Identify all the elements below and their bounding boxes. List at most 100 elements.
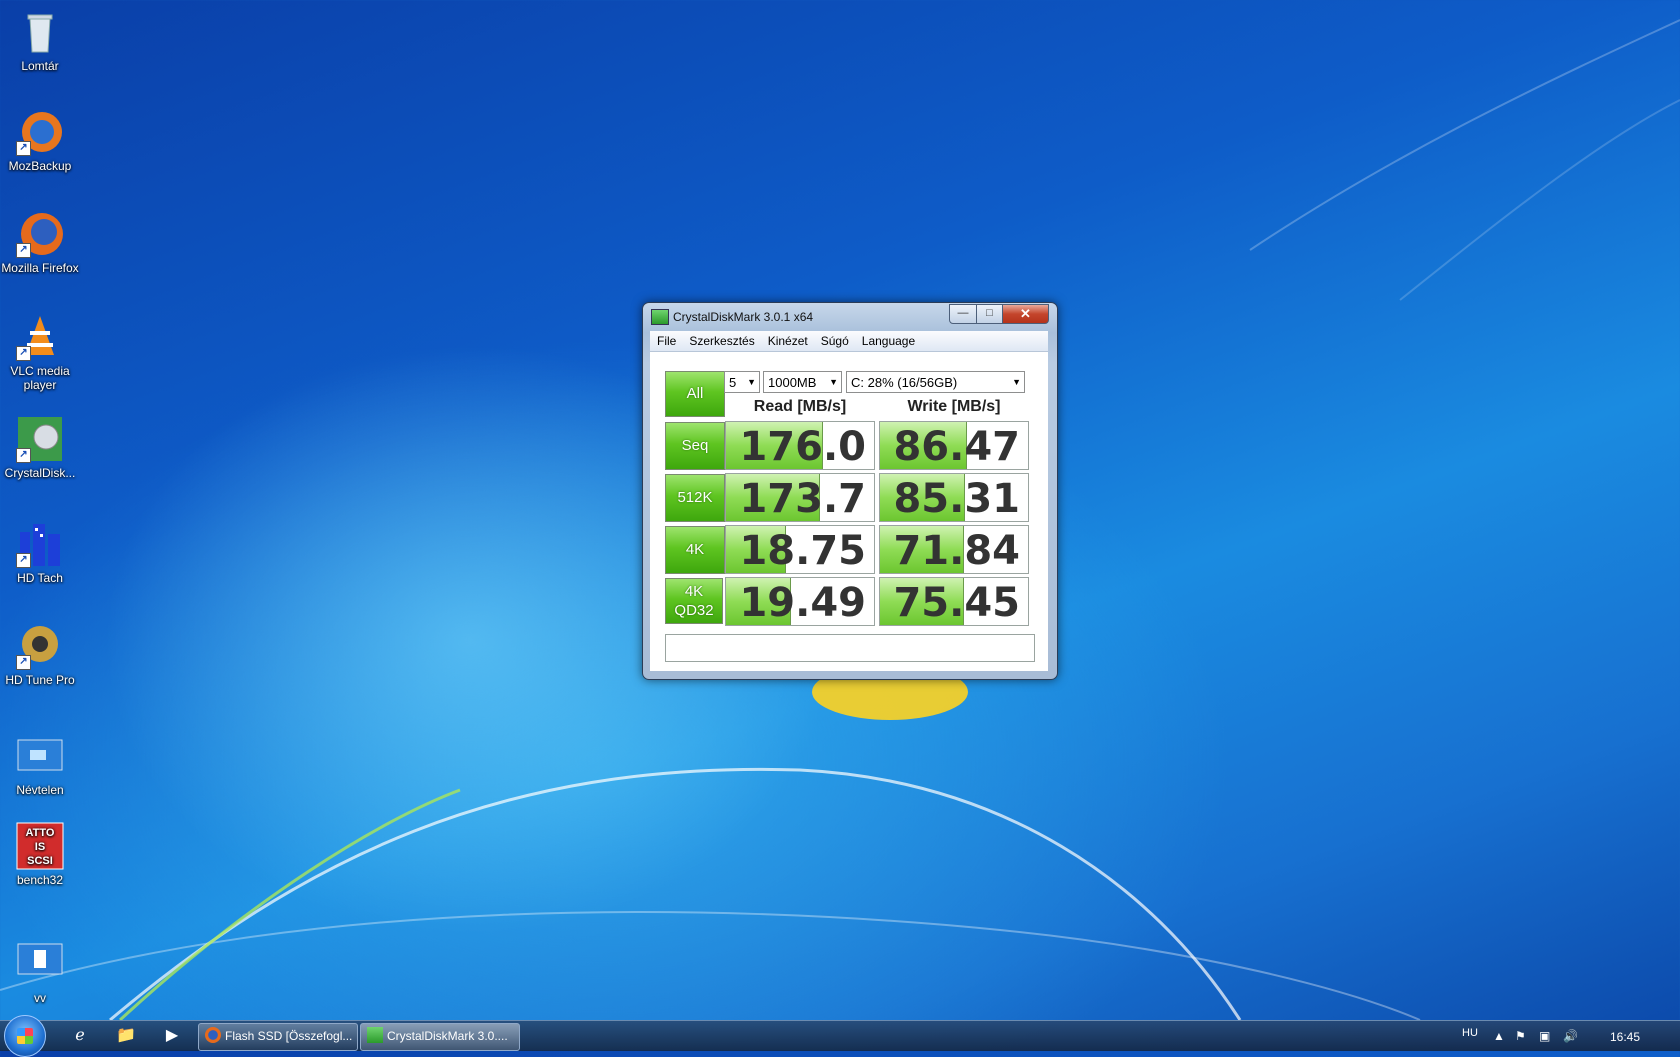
desktop-icon-crystaldisk[interactable]: ↗ CrystalDisk... [0, 415, 80, 480]
seq-write-value: 86.47 [893, 424, 1020, 470]
svg-text:IS: IS [35, 841, 45, 853]
nevtelen-icon [16, 732, 64, 780]
menu-edit[interactable]: Szerkesztés [682, 331, 760, 348]
network-icon[interactable]: ▣ [1539, 1029, 1550, 1043]
shortcut-arrow-icon: ↗ [16, 243, 31, 258]
menu-language[interactable]: Language [855, 331, 921, 348]
test-count-value: 5 [729, 375, 737, 390]
desktop-icon-vlc[interactable]: ↗ VLC media player [0, 313, 80, 392]
atto-icon: ATTO IS SCSI [16, 822, 64, 870]
4k-qd32-write-cell: 75.45 [879, 577, 1029, 626]
4k-write-value: 71.84 [893, 528, 1020, 574]
shortcut-arrow-icon: ↗ [16, 141, 31, 156]
benchmark-panel: All 5 ▼ 1000MB ▼ C: 28% (16/56GB) ▼ Read… [650, 352, 1048, 671]
4k-qd32-read-value: 19.49 [739, 580, 866, 626]
all-button[interactable]: All [665, 371, 725, 417]
4k-read-cell: 18.75 [725, 525, 875, 574]
desktop-icon-label: Névtelen [16, 783, 64, 797]
task-firefox[interactable]: Flash SSD [Összefogl... [198, 1023, 358, 1051]
task-crystaldiskmark[interactable]: CrystalDiskMark 3.0.... [360, 1023, 520, 1051]
volume-icon[interactable]: 🔊 [1563, 1029, 1578, 1043]
desktop-icon-nevtelen[interactable]: Névtelen [0, 732, 80, 797]
desktop-icon-hdtach[interactable]: ↗ HD Tach [0, 520, 80, 585]
desktop-icon-label: Mozilla Firefox [1, 261, 79, 275]
desktop-icon-label: CrystalDisk... [4, 466, 76, 480]
4k-read-value: 18.75 [739, 528, 866, 574]
desktop-icon-recycle-bin[interactable]: Lomtár [0, 8, 80, 73]
minimize-icon: — [957, 307, 969, 319]
crystaldisk-icon [651, 309, 669, 325]
512k-button[interactable]: 512K [665, 474, 725, 522]
windows-logo-icon [17, 1028, 33, 1044]
maximize-icon: □ [986, 307, 993, 319]
vv-icon [16, 940, 64, 988]
test-count-select[interactable]: 5 ▼ [724, 371, 760, 393]
desktop-icon-label: vv [34, 991, 46, 1005]
taskbar: ℯ 📁 ▶ Flash SSD [Összefogl... CrystalDis… [0, 1015, 1680, 1057]
shortcut-arrow-icon: ↗ [16, 655, 31, 670]
menu-file[interactable]: File [650, 331, 682, 348]
action-center-icon[interactable]: ⚑ [1515, 1029, 1526, 1043]
shortcut-arrow-icon: ↗ [16, 553, 31, 568]
desktop-icon-hdtune[interactable]: ↗ HD Tune Pro [0, 622, 80, 687]
menu-bar: File Szerkesztés Kinézet Súgó Language [650, 331, 1048, 352]
read-header: Read [MB/s] [753, 398, 847, 415]
4k-qd32-write-value: 75.45 [893, 580, 1020, 626]
svg-text:ATTO: ATTO [26, 827, 55, 839]
seq-button[interactable]: Seq [665, 422, 725, 470]
seq-read-cell: 176.0 [725, 421, 875, 470]
4k-button[interactable]: 4K [665, 526, 725, 574]
desktop-icon-label: Lomtár [21, 59, 59, 73]
comment-field[interactable] [665, 634, 1035, 662]
desktop-icon-firefox[interactable]: ↗ Mozilla Firefox [0, 210, 80, 275]
crystaldisk-icon [367, 1027, 383, 1043]
4k-write-cell: 71.84 [879, 525, 1029, 574]
seq-read-value: 176.0 [739, 424, 866, 470]
vlc-icon: ↗ [16, 313, 64, 361]
4k-qd32-label-line2: QD32 [674, 602, 714, 619]
firefox-icon [205, 1027, 221, 1043]
chevron-down-icon: ▼ [1012, 377, 1021, 387]
start-button[interactable] [4, 1015, 46, 1057]
512k-read-cell: 173.7 [725, 473, 875, 522]
show-hidden-icons-button[interactable]: ▲ [1493, 1029, 1505, 1043]
shortcut-arrow-icon: ↗ [16, 448, 31, 463]
4k-qd32-button[interactable]: 4K QD32 [665, 578, 723, 624]
maximize-button[interactable]: □ [976, 304, 1003, 324]
quicklaunch-ie[interactable]: ℯ [68, 1025, 92, 1047]
window-title: CrystalDiskMark 3.0.1 x64 [673, 310, 814, 324]
minimize-button[interactable]: — [949, 304, 977, 324]
media-player-icon: ▶ [165, 1027, 179, 1044]
desktop-icon-label: HD Tune Pro [5, 673, 75, 687]
menu-view[interactable]: Kinézet [761, 331, 814, 348]
crystaldiskmark-window[interactable]: CrystalDiskMark 3.0.1 x64 — □ ✕ File Szer… [642, 302, 1058, 680]
menu-help[interactable]: Súgó [814, 331, 855, 348]
close-button[interactable]: ✕ [1002, 304, 1049, 324]
clock[interactable]: 16:45 [1610, 1030, 1640, 1044]
task-label: CrystalDiskMark 3.0.... [387, 1029, 508, 1043]
desktop-icon-vv[interactable]: vv [0, 940, 80, 1005]
recycle-bin-icon [16, 8, 64, 56]
desktop-icon-mozbackup[interactable]: ↗ MozBackup [0, 108, 80, 173]
close-icon: ✕ [1020, 306, 1031, 321]
512k-write-cell: 85.31 [879, 473, 1029, 522]
mozbackup-icon: ↗ [16, 108, 64, 156]
drive-select[interactable]: C: 28% (16/56GB) ▼ [846, 371, 1025, 393]
firefox-icon: ↗ [16, 210, 64, 258]
language-indicator[interactable]: HU [1462, 1027, 1478, 1039]
desktop-icon-bench32[interactable]: ATTO IS SCSI bench32 [0, 822, 80, 887]
desktop-icon-label: HD Tach [17, 571, 63, 585]
desktop-icon-label: bench32 [16, 873, 64, 887]
test-size-select[interactable]: 1000MB ▼ [763, 371, 842, 393]
4k-qd32-label-line1: 4K [684, 583, 704, 600]
folder-icon: 📁 [116, 1027, 136, 1044]
quicklaunch-explorer[interactable]: 📁 [114, 1025, 138, 1047]
512k-read-value: 173.7 [739, 476, 866, 522]
hdtune-icon: ↗ [16, 622, 64, 670]
title-bar[interactable]: CrystalDiskMark 3.0.1 x64 — □ ✕ [643, 303, 1057, 329]
desktop-icon-label: MozBackup [8, 159, 72, 173]
quicklaunch-media[interactable]: ▶ [160, 1025, 184, 1047]
4k-qd32-read-cell: 19.49 [725, 577, 875, 626]
desktop-icon-label: VLC media player [10, 364, 70, 392]
task-label: Flash SSD [Összefogl... [225, 1029, 353, 1043]
